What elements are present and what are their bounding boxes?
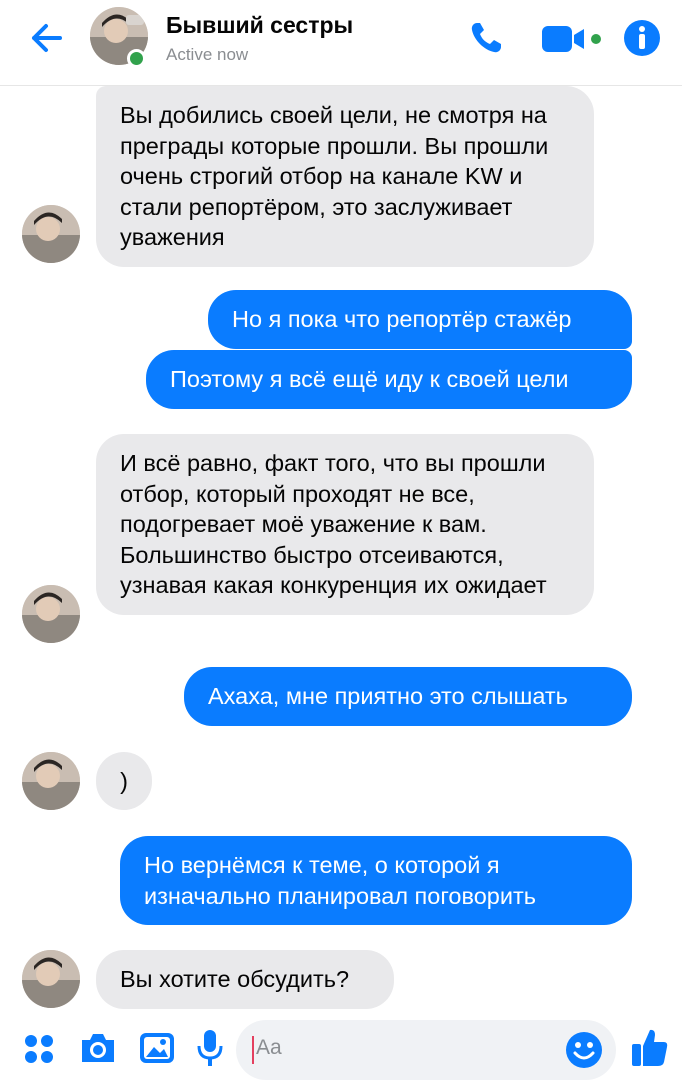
message-bubble-outgoing[interactable]: Но я пока что репортёр стажёр [208, 290, 632, 349]
message-bubble-incoming[interactable]: И всё равно, факт того, что вы прошли от… [96, 434, 594, 615]
camera-icon[interactable] [78, 1030, 118, 1066]
message-composer: Aa [0, 1012, 682, 1080]
phone-icon[interactable] [466, 18, 506, 58]
microphone-icon[interactable] [196, 1028, 224, 1068]
message-bubble-outgoing[interactable]: Но вернёмся к теме, о которой я изначаль… [120, 836, 632, 925]
message-bubble-incoming[interactable]: ) [96, 752, 152, 810]
message-input[interactable]: Aa [236, 1020, 616, 1080]
contact-avatar-small[interactable] [22, 205, 80, 263]
message-bubble-outgoing[interactable]: Поэтому я всё ещё иду к своей цели [146, 350, 632, 409]
contact-avatar-small[interactable] [22, 585, 80, 643]
back-arrow-icon[interactable] [26, 20, 70, 56]
info-icon[interactable] [622, 18, 662, 58]
contact-avatar-small[interactable] [22, 950, 80, 1008]
video-camera-icon[interactable] [540, 22, 604, 56]
message-bubble-incoming[interactable]: Вы хотите обсудить? [96, 950, 394, 1009]
like-thumb-icon[interactable] [630, 1026, 670, 1068]
contact-avatar-small[interactable] [22, 752, 80, 810]
gallery-icon[interactable] [138, 1030, 176, 1066]
message-input-placeholder: Aa [256, 1036, 282, 1059]
text-caret [252, 1036, 254, 1064]
online-indicator [127, 49, 146, 68]
conversation-header: Бывший сестры Active now [0, 0, 682, 86]
message-bubble-outgoing[interactable]: Ахаха, мне приятно это слышать [184, 667, 632, 726]
contact-name[interactable]: Бывший сестры [166, 12, 353, 39]
message-bubble-incoming[interactable]: Вы добились своей цели, не смотря на пре… [96, 86, 594, 267]
contact-status: Active now [166, 45, 249, 64]
emoji-icon[interactable] [564, 1030, 604, 1070]
apps-grid-icon[interactable] [22, 1032, 56, 1066]
